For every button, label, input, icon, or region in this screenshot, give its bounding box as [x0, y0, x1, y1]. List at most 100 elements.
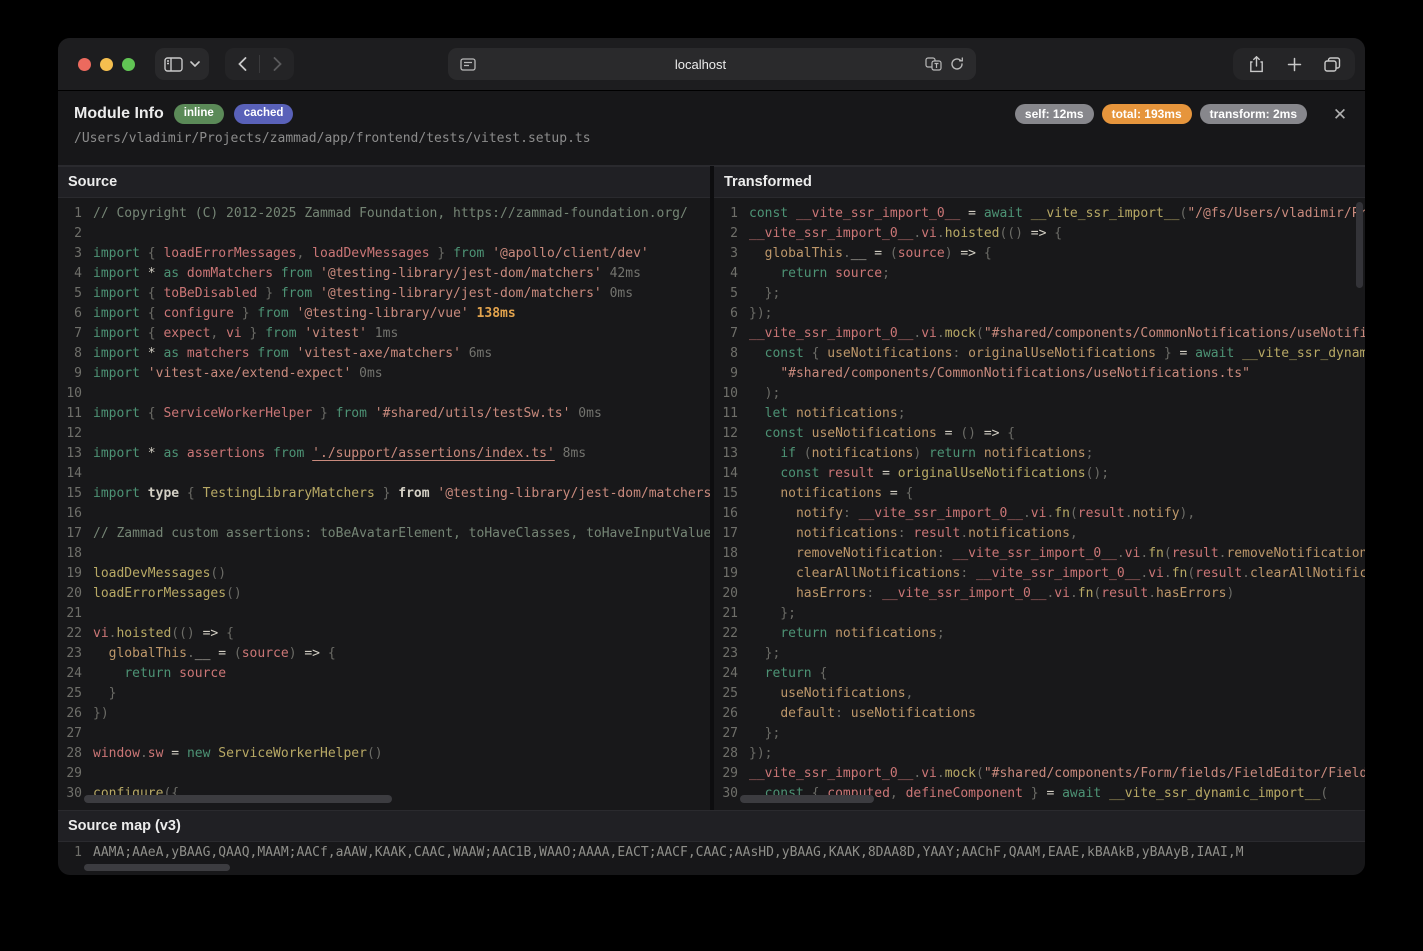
share-button[interactable]: [1239, 48, 1273, 80]
code-line: 18: [66, 546, 82, 561]
code-line: 6 import { configure } from '@testing-lib…: [74, 306, 516, 321]
chevron-down-icon: [190, 61, 200, 67]
sourcemap-title: Source map (v3): [68, 818, 181, 834]
code-line: 23 };: [722, 646, 781, 661]
traffic-lights: [78, 57, 135, 71]
source-horizontal-scrollbar[interactable]: [84, 795, 392, 803]
code-line: 1// Copyright (C) 2012-2025 Zammad Found…: [74, 206, 688, 221]
code-line: 16: [66, 506, 82, 521]
module-file-path: /Users/vladimir/Projects/zammad/app/fron…: [74, 131, 591, 146]
code-line: 16 notify: __vite_ssr_import_0__.vi.fn(r…: [722, 506, 1196, 521]
code-line: 22 return notifications;: [722, 626, 945, 641]
code-line: 20 loadErrorMessages(): [66, 586, 242, 601]
code-line: 29 __vite_ssr_import_0__.vi.mock("#shared…: [722, 766, 1365, 781]
transformed-panel-header: Transformed: [714, 166, 1365, 198]
source-panel-header: Source: [58, 166, 710, 198]
code-line: 24 return {: [722, 666, 828, 681]
module-info-header: Module Info inline cached self: 12ms tot…: [58, 90, 1365, 166]
code-line: 28});: [722, 746, 773, 761]
transformed-horizontal-scrollbar[interactable]: [740, 795, 874, 803]
code-line: 17 notifications: result.notifications,: [722, 526, 1078, 541]
code-line: 27: [66, 726, 82, 741]
browser-toolbar: localhost: [58, 38, 1365, 91]
source-panel-title: Source: [68, 174, 118, 190]
code-line: 19 loadDevMessages(): [66, 566, 227, 581]
code-line: 13 if (notifications) return notificatio…: [722, 446, 1094, 461]
address-bar[interactable]: localhost: [448, 48, 976, 80]
code-line: 10: [66, 386, 82, 401]
code-line: 19 clearAllNotifications: __vite_ssr_imp…: [722, 566, 1365, 581]
code-line: 10 );: [722, 386, 781, 401]
code-line: 5 import { toBeDisabled } from '@testing-…: [74, 286, 634, 301]
forward-button[interactable]: [260, 48, 294, 80]
code-line: 17// Zammad custom assertions: toBeAvata…: [66, 526, 710, 541]
new-tab-button[interactable]: [1277, 48, 1311, 80]
code-line: 8 import * as matchers from 'vitest-axe/m…: [74, 346, 493, 361]
sidebar-toggle-button[interactable]: [155, 48, 209, 80]
code-line: 12 const useNotifications = () => {: [722, 426, 1016, 441]
total-time-badge: total: 193ms: [1101, 104, 1192, 124]
page-title: Module Info: [74, 105, 164, 122]
close-window-button[interactable]: [78, 57, 91, 71]
page-format-icon[interactable]: [460, 57, 476, 71]
tab-overview-button[interactable]: [1315, 48, 1349, 80]
code-line: 3 globalThis.__ = (source) => {: [730, 246, 992, 261]
close-icon[interactable]: ✕: [1329, 104, 1351, 126]
self-time-badge: self: 12ms: [1014, 104, 1094, 124]
code-line: 2: [74, 226, 82, 241]
source-code-area[interactable]: 1// Copyright (C) 2012-2025 Zammad Found…: [58, 198, 710, 810]
transformed-vertical-scrollbar[interactable]: [1356, 202, 1363, 288]
code-line: 5 };: [730, 286, 781, 301]
reload-icon[interactable]: [950, 57, 964, 71]
code-line: 6});: [730, 306, 773, 321]
code-line: 1 const __vite_ssr_import_0__ = await __v…: [730, 206, 1365, 221]
code-line: 4 import * as domMatchers from '@testing-…: [74, 266, 641, 281]
code-line: 8 const { useNotifications: originalUseN…: [730, 346, 1365, 361]
code-line: 25 }: [66, 686, 117, 701]
code-line: 7 __vite_ssr_import_0__.vi.mock("#shared/…: [730, 326, 1365, 341]
sourcemap-header: Source map (v3): [58, 810, 1365, 842]
browser-window: localhost Module Info inline cached self…: [58, 38, 1365, 875]
code-line: 15 import type { TestingLibraryMatchers }…: [66, 486, 710, 501]
code-line: 2 __vite_ssr_import_0__.vi.hoisted(() => …: [730, 226, 1063, 241]
sourcemap-line[interactable]: 1 AAMA;AAeA,yBAAG,QAAQ,MAAM;AACf,aAAW,KAA…: [58, 842, 1365, 868]
sourcemap-line-number: 1: [74, 845, 82, 860]
sidebar-icon: [164, 56, 183, 72]
nav-buttons: [225, 48, 294, 80]
code-line: 4 return source;: [730, 266, 890, 281]
code-line: 27 };: [722, 726, 781, 741]
code-line: 11 let notifications;: [722, 406, 906, 421]
code-line: 26 default: useNotifications: [722, 706, 976, 721]
zoom-window-button[interactable]: [122, 57, 135, 71]
sourcemap-horizontal-scrollbar[interactable]: [84, 864, 230, 871]
code-line: 24 return source: [66, 666, 227, 681]
code-line: 18 removeNotification: __vite_ssr_import…: [722, 546, 1365, 561]
code-line: 21 };: [722, 606, 796, 621]
code-line: 15 notifications = {: [722, 486, 914, 501]
code-line: 21: [66, 606, 82, 621]
code-line: 25 useNotifications,: [722, 686, 914, 701]
code-line: 12: [66, 426, 82, 441]
toolbar-right-buttons: [1233, 48, 1355, 80]
url-text: localhost: [674, 56, 727, 72]
code-line: 14 const result = originalUseNotificatio…: [722, 466, 1110, 481]
minimize-window-button[interactable]: [100, 57, 113, 71]
transformed-code-area[interactable]: 1 const __vite_ssr_import_0__ = await __v…: [714, 198, 1365, 810]
code-line: 26}): [66, 706, 109, 721]
translate-icon[interactable]: [925, 57, 942, 71]
code-line: 11 import { ServiceWorkerHelper } from '#…: [66, 406, 602, 421]
back-button[interactable]: [225, 48, 259, 80]
transformed-panel-title: Transformed: [724, 174, 812, 190]
code-line: 9 "#shared/components/CommonNotification…: [730, 366, 1250, 381]
cached-badge: cached: [233, 104, 294, 124]
code-line: 23 globalThis.__ = (source) => {: [66, 646, 336, 661]
transform-time-badge: transform: 2ms: [1199, 104, 1307, 124]
code-line: 7 import { expect, vi } from 'vitest' 1ms: [74, 326, 399, 341]
code-line: 9 import 'vitest-axe/extend-expect' 0ms: [74, 366, 383, 381]
code-line: 3 import { loadErrorMessages, loadDevMess…: [74, 246, 649, 261]
code-line: 29: [66, 766, 82, 781]
code-line: 28 window.sw = new ServiceWorkerHelper(): [66, 746, 383, 761]
inline-badge: inline: [173, 104, 224, 124]
timing-badges: self: 12ms total: 193ms transform: 2ms: [1014, 104, 1307, 124]
code-line: 13 import * as assertions from './support…: [66, 446, 587, 461]
